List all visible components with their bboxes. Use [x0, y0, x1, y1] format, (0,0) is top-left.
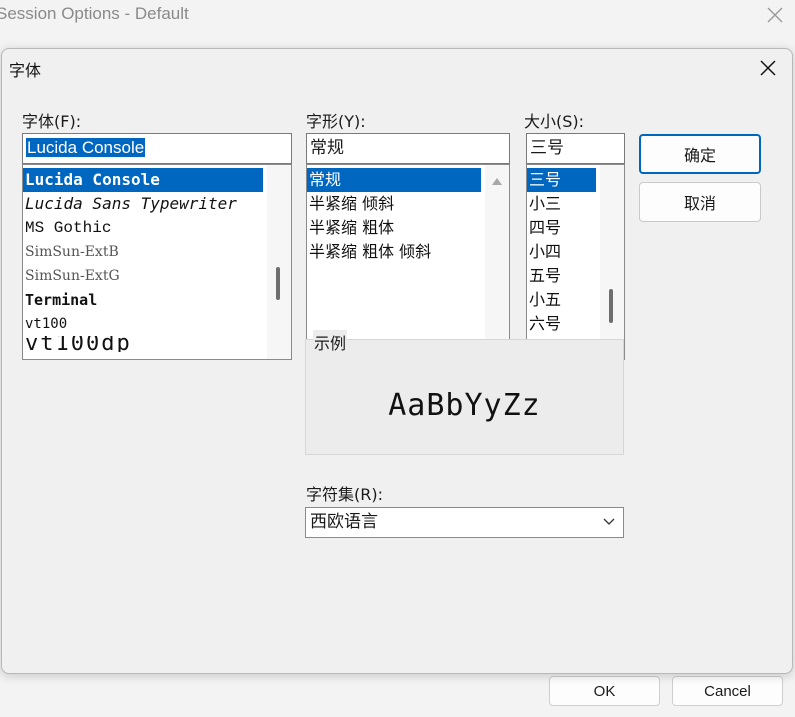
font-list-item[interactable]: SimSun-ExtG: [23, 264, 291, 288]
font-name-value: Lucida Console: [26, 138, 146, 157]
font-list-item[interactable]: Lucida Sans Typewriter: [23, 192, 291, 216]
scroll-thumb[interactable]: [276, 267, 280, 300]
charset-dropdown[interactable]: 西欧语言: [305, 507, 624, 538]
font-style-input[interactable]: 常规: [306, 133, 510, 164]
font-size-input[interactable]: 三号: [526, 133, 625, 164]
sample-group: 示例 AaBbYyZz: [305, 330, 624, 455]
style-list-item[interactable]: 常规: [307, 168, 481, 192]
font-name-input[interactable]: Lucida Console: [22, 133, 292, 164]
close-icon[interactable]: [757, 57, 779, 79]
font-list-item[interactable]: vt100: [23, 312, 291, 336]
sample-label: 示例: [313, 330, 348, 354]
font-list[interactable]: Lucida Console Lucida Sans Typewriter MS…: [22, 164, 292, 360]
scroll-thumb[interactable]: [609, 289, 613, 323]
size-list-scrollbar[interactable]: [600, 165, 624, 359]
parent-window-title: Session Options - Default: [0, 4, 189, 23]
ok-button[interactable]: OK: [549, 676, 660, 706]
size-list[interactable]: 三号 小三 四号 小四 五号 小五 六号 小六: [526, 164, 625, 360]
font-list-item[interactable]: MS Gothic: [23, 216, 291, 240]
font-list-item[interactable]: Terminal: [23, 288, 291, 312]
font-list-item[interactable]: Lucida Console: [23, 168, 263, 192]
cancel-button[interactable]: Cancel: [672, 676, 783, 706]
style-list-item[interactable]: 半紧缩 倾斜: [307, 192, 509, 216]
size-list-item[interactable]: 三号: [527, 168, 596, 192]
charset-label: 字符集(R):: [306, 485, 383, 504]
style-list-item[interactable]: 半紧缩 粗体 倾斜: [307, 240, 509, 264]
font-list-item[interactable]: vt100dp: [23, 336, 291, 352]
confirm-button[interactable]: 确定: [639, 134, 761, 174]
size-label: 大小(S):: [524, 112, 585, 131]
sample-preview-text: AaBbYyZz: [388, 388, 541, 423]
font-list-scrollbar[interactable]: [267, 165, 291, 359]
style-label: 字形(Y):: [306, 112, 366, 131]
cancel-button[interactable]: 取消: [639, 182, 761, 222]
font-label: 字体(F):: [22, 112, 82, 131]
close-icon[interactable]: [764, 4, 786, 26]
style-list-scrollbar[interactable]: [485, 165, 509, 359]
charset-value: 西欧语言: [310, 512, 378, 532]
chevron-down-icon: [603, 518, 615, 525]
dialog-title: 字体: [9, 61, 42, 80]
font-list-item[interactable]: SimSun-ExtB: [23, 240, 291, 264]
style-list-item[interactable]: 半紧缩 粗体: [307, 216, 509, 240]
scroll-up-icon[interactable]: [492, 177, 502, 185]
